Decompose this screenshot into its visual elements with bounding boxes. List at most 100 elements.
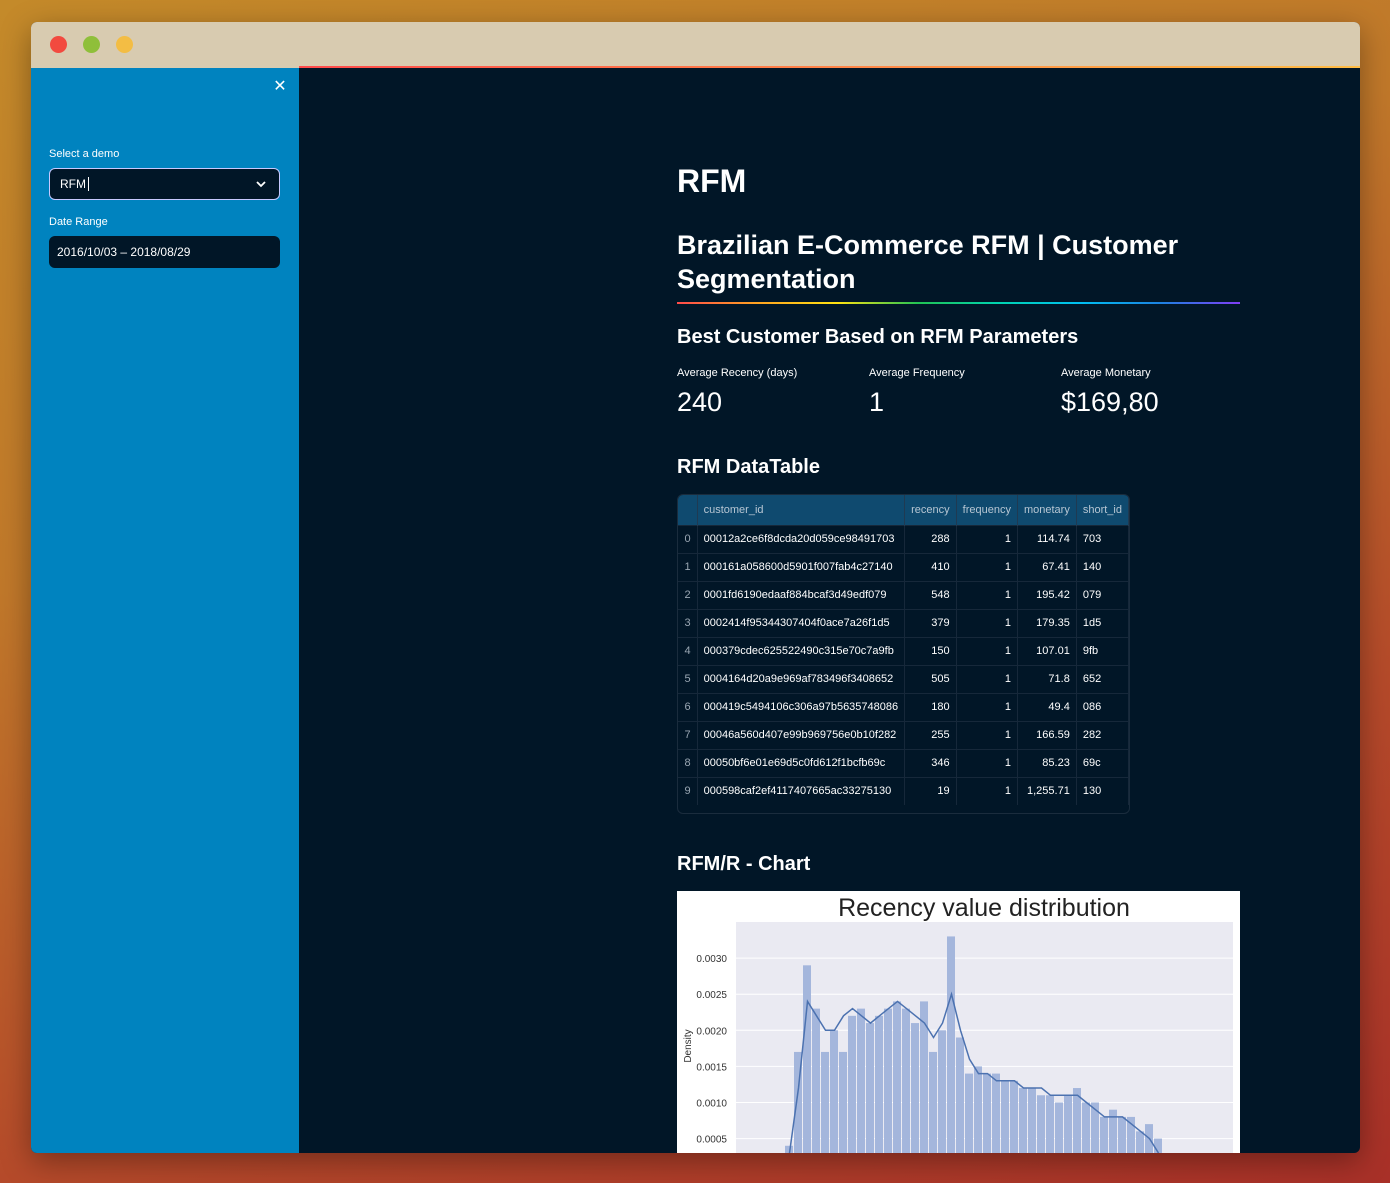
- table-cell[interactable]: 1: [956, 636, 1018, 665]
- table-row[interactable]: 1 000161a058600d5901f007fab4c27140 410 1 67.…: [678, 552, 1129, 581]
- table-cell[interactable]: 114.74: [1017, 524, 1077, 553]
- table-cell[interactable]: 130: [1076, 776, 1129, 805]
- table-cell[interactable]: 1: [956, 720, 1018, 749]
- table-cell[interactable]: 9: [678, 776, 698, 805]
- table-cell[interactable]: 19: [904, 776, 957, 805]
- table-cell[interactable]: 2: [678, 580, 698, 609]
- table-cell[interactable]: 000419c5494106c306a97b5635748086: [697, 692, 906, 721]
- table-cell[interactable]: 1: [956, 552, 1018, 581]
- table-row[interactable]: 2 0001fd6190edaaf884bcaf3d49edf079 548 1 195…: [678, 580, 1129, 609]
- table-cell[interactable]: 1: [956, 776, 1018, 805]
- table-cell[interactable]: 086: [1076, 692, 1129, 721]
- table-cell[interactable]: 0: [678, 524, 698, 553]
- date-range-input[interactable]: 2016/10/03 – 2018/08/29: [49, 236, 280, 268]
- y-tick-label: 0.0025: [696, 990, 727, 1001]
- table-cell[interactable]: 5: [678, 664, 698, 693]
- close-sidebar-icon[interactable]: ✕: [272, 78, 288, 94]
- table-cell[interactable]: 548: [904, 580, 957, 609]
- histogram-bar: [1001, 1080, 1009, 1153]
- table-row[interactable]: 6 000419c5494106c306a97b5635748086 180 1 49.…: [678, 692, 1129, 721]
- table-cell[interactable]: 000161a058600d5901f007fab4c27140: [697, 552, 906, 581]
- table-cell[interactable]: 0004164d20a9e969af783496f3408652: [697, 664, 906, 693]
- minimize-window-button[interactable]: [116, 36, 133, 53]
- table-row[interactable]: 4 000379cdec625522490c315e70c7a9fb 150 1 107…: [678, 636, 1129, 665]
- histogram-bar: [929, 1051, 937, 1153]
- column-header-customer-id[interactable]: customer_id: [697, 495, 906, 525]
- table-cell[interactable]: 079: [1076, 580, 1129, 609]
- chart-title: Recency value distribution: [838, 894, 1130, 922]
- table-row[interactable]: 0 00012a2ce6f8dcda20d059ce98491703 288 1 114…: [678, 524, 1129, 553]
- table-cell[interactable]: 00050bf6e01e69d5c0fd612f1bcfb69c: [697, 748, 906, 777]
- column-header-frequency[interactable]: frequency: [956, 495, 1018, 525]
- table-cell[interactable]: 000379cdec625522490c315e70c7a9fb: [697, 636, 906, 665]
- table-cell[interactable]: 3: [678, 608, 698, 637]
- table-cell[interactable]: 166.59: [1017, 720, 1077, 749]
- table-cell[interactable]: 7: [678, 720, 698, 749]
- table-cell[interactable]: 1d5: [1076, 608, 1129, 637]
- table-cell[interactable]: 1: [956, 748, 1018, 777]
- table-cell[interactable]: 179.35: [1017, 608, 1077, 637]
- column-header-short-id[interactable]: short_id: [1076, 495, 1129, 525]
- table-cell[interactable]: 00046a560d407e99b969756e0b10f282: [697, 720, 906, 749]
- table-row[interactable]: 7 00046a560d407e99b969756e0b10f282 255 1 166…: [678, 720, 1129, 749]
- rfm-datatable[interactable]: customer_id recency frequency monetary s…: [677, 494, 1130, 814]
- histogram-bar: [947, 936, 955, 1153]
- table-cell[interactable]: 4: [678, 636, 698, 665]
- table-cell[interactable]: 1: [956, 608, 1018, 637]
- table-cell[interactable]: 346: [904, 748, 957, 777]
- table-cell[interactable]: 1: [956, 664, 1018, 693]
- table-cell[interactable]: 6: [678, 692, 698, 721]
- metric-recency: Average Recency (days) 240: [677, 367, 797, 418]
- table-cell[interactable]: 9fb: [1076, 636, 1129, 665]
- table-cell[interactable]: 1: [956, 580, 1018, 609]
- table-cell[interactable]: 180: [904, 692, 957, 721]
- table-cell[interactable]: 1: [956, 524, 1018, 553]
- table-cell[interactable]: 71.8: [1017, 664, 1077, 693]
- histogram-bar: [812, 1008, 820, 1153]
- table-cell[interactable]: 0002414f95344307404f0ace7a26f1d5: [697, 608, 906, 637]
- sidebar: ✕ Select a demo RFM Date Range 2016/10/0…: [31, 68, 299, 1153]
- table-cell[interactable]: 0001fd6190edaaf884bcaf3d49edf079: [697, 580, 906, 609]
- table-row[interactable]: 8 00050bf6e01e69d5c0fd612f1bcfb69c 346 1 85.…: [678, 748, 1129, 777]
- table-cell[interactable]: 703: [1076, 524, 1129, 553]
- table-cell[interactable]: 255: [904, 720, 957, 749]
- table-cell[interactable]: 69c: [1076, 748, 1129, 777]
- recency-distribution-chart: Recency value distribution 0.0030 0.0025 0.…: [683, 894, 1233, 1153]
- table-cell[interactable]: 282: [1076, 720, 1129, 749]
- table-cell[interactable]: 107.01: [1017, 636, 1077, 665]
- table-cell[interactable]: 49.4: [1017, 692, 1077, 721]
- column-header-index[interactable]: [678, 495, 698, 525]
- table-cell[interactable]: 150: [904, 636, 957, 665]
- page-subtitle: Brazilian E-Commerce RFM | Customer Segm…: [677, 230, 1179, 294]
- column-header-recency[interactable]: recency: [904, 495, 957, 525]
- table-cell[interactable]: 288: [904, 524, 957, 553]
- table-cell[interactable]: 140: [1076, 552, 1129, 581]
- table-cell[interactable]: 1,255.71: [1017, 776, 1077, 805]
- maximize-window-button[interactable]: [83, 36, 100, 53]
- column-header-monetary[interactable]: monetary: [1017, 495, 1077, 525]
- close-window-button[interactable]: [50, 36, 67, 53]
- table-row[interactable]: 3 0002414f95344307404f0ace7a26f1d5 379 1 179…: [678, 608, 1129, 637]
- y-tick-label: 0.0005: [696, 1135, 727, 1146]
- table-cell[interactable]: 505: [904, 664, 957, 693]
- metric-monetary: Average Monetary $169,80: [1061, 367, 1159, 418]
- table-cell[interactable]: 1: [956, 692, 1018, 721]
- y-axis-label: Density: [683, 1029, 694, 1062]
- table-cell[interactable]: 00012a2ce6f8dcda20d059ce98491703: [697, 524, 906, 553]
- table-cell[interactable]: 8: [678, 748, 698, 777]
- table-cell[interactable]: 195.42: [1017, 580, 1077, 609]
- table-cell[interactable]: 410: [904, 552, 957, 581]
- table-cell[interactable]: 1: [678, 552, 698, 581]
- table-row[interactable]: 5 0004164d20a9e969af783496f3408652 505 1 71.…: [678, 664, 1129, 693]
- table-cell[interactable]: 000598caf2ef4117407665ac33275130: [697, 776, 906, 805]
- demo-select[interactable]: RFM: [49, 168, 280, 200]
- histogram-bar: [965, 1073, 973, 1153]
- histogram-bar: [911, 1023, 919, 1153]
- select-demo-label: Select a demo: [49, 148, 120, 160]
- table-cell[interactable]: 652: [1076, 664, 1129, 693]
- table-cell[interactable]: 379: [904, 608, 957, 637]
- table-row[interactable]: 9 000598caf2ef4117407665ac33275130 19 1 1,25…: [678, 776, 1129, 805]
- histogram-bar: [956, 1037, 964, 1153]
- table-cell[interactable]: 85.23: [1017, 748, 1077, 777]
- table-cell[interactable]: 67.41: [1017, 552, 1077, 581]
